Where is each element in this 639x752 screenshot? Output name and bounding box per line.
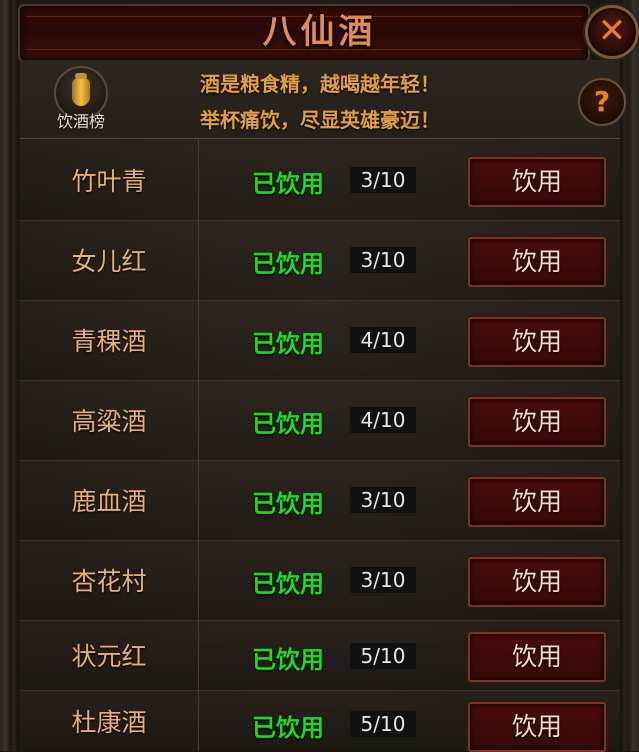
drink-button[interactable]: 饮用 bbox=[468, 632, 606, 682]
help-button[interactable]: ? bbox=[578, 78, 626, 126]
wine-jar-icon bbox=[72, 73, 90, 106]
status-label: 已饮用 bbox=[252, 490, 324, 518]
status-label: 已饮用 bbox=[252, 250, 324, 278]
list-item: 竹叶青 已饮用 3/10 饮用 bbox=[20, 140, 620, 221]
status-label: 已饮用 bbox=[252, 646, 324, 674]
close-icon: ✕ bbox=[597, 11, 627, 51]
status-label: 已饮用 bbox=[252, 570, 324, 598]
drink-button[interactable]: 饮用 bbox=[468, 702, 606, 752]
wine-name: 杜康酒 bbox=[20, 690, 199, 751]
motto-line-2: 举杯痛饮，尽显英雄豪迈！ bbox=[200, 108, 440, 132]
motto-line-1: 酒是粮食精，越喝越年轻！ bbox=[200, 72, 440, 96]
drink-button[interactable]: 饮用 bbox=[468, 557, 606, 607]
list-item: 鹿血酒 已饮用 3/10 饮用 bbox=[20, 460, 620, 541]
wine-name: 青稞酒 bbox=[20, 300, 199, 380]
status-label: 已饮用 bbox=[252, 330, 324, 358]
drink-button[interactable]: 饮用 bbox=[468, 397, 606, 447]
drink-count: 3/10 bbox=[350, 167, 416, 193]
wine-name: 竹叶青 bbox=[20, 140, 199, 220]
question-icon: ? bbox=[593, 85, 611, 118]
list-item: 状元红 已饮用 5/10 饮用 bbox=[20, 620, 620, 691]
list-item: 高粱酒 已饮用 4/10 饮用 bbox=[20, 380, 620, 461]
wine-name: 高粱酒 bbox=[20, 380, 199, 460]
drink-count: 3/10 bbox=[350, 487, 416, 513]
drink-count: 3/10 bbox=[350, 567, 416, 593]
wine-name: 杏花村 bbox=[20, 540, 199, 620]
drink-count: 5/10 bbox=[350, 711, 416, 737]
drink-button[interactable]: 饮用 bbox=[468, 477, 606, 527]
drink-count: 5/10 bbox=[350, 643, 416, 669]
page-title: 八仙酒 bbox=[262, 12, 377, 52]
status-label: 已饮用 bbox=[252, 410, 324, 438]
wine-name: 鹿血酒 bbox=[20, 460, 199, 540]
list-item: 杏花村 已饮用 3/10 饮用 bbox=[20, 540, 620, 621]
drink-count: 3/10 bbox=[350, 247, 416, 273]
ranking-label: 饮酒榜 bbox=[56, 112, 105, 131]
list-item: 杜康酒 已饮用 5/10 饮用 bbox=[20, 690, 620, 752]
list-item: 青稞酒 已饮用 4/10 饮用 bbox=[20, 300, 620, 381]
wine-name: 女儿红 bbox=[20, 220, 199, 300]
drink-button[interactable]: 饮用 bbox=[468, 237, 606, 287]
drink-button[interactable]: 饮用 bbox=[468, 157, 606, 207]
drink-button[interactable]: 饮用 bbox=[468, 317, 606, 367]
close-button[interactable]: ✕ bbox=[585, 5, 639, 59]
status-label: 已饮用 bbox=[252, 170, 324, 198]
drink-count: 4/10 bbox=[350, 407, 416, 433]
list-item: 女儿红 已饮用 3/10 饮用 bbox=[20, 220, 620, 301]
drink-count: 4/10 bbox=[350, 327, 416, 353]
wine-name: 状元红 bbox=[20, 620, 199, 690]
status-label: 已饮用 bbox=[252, 714, 324, 742]
